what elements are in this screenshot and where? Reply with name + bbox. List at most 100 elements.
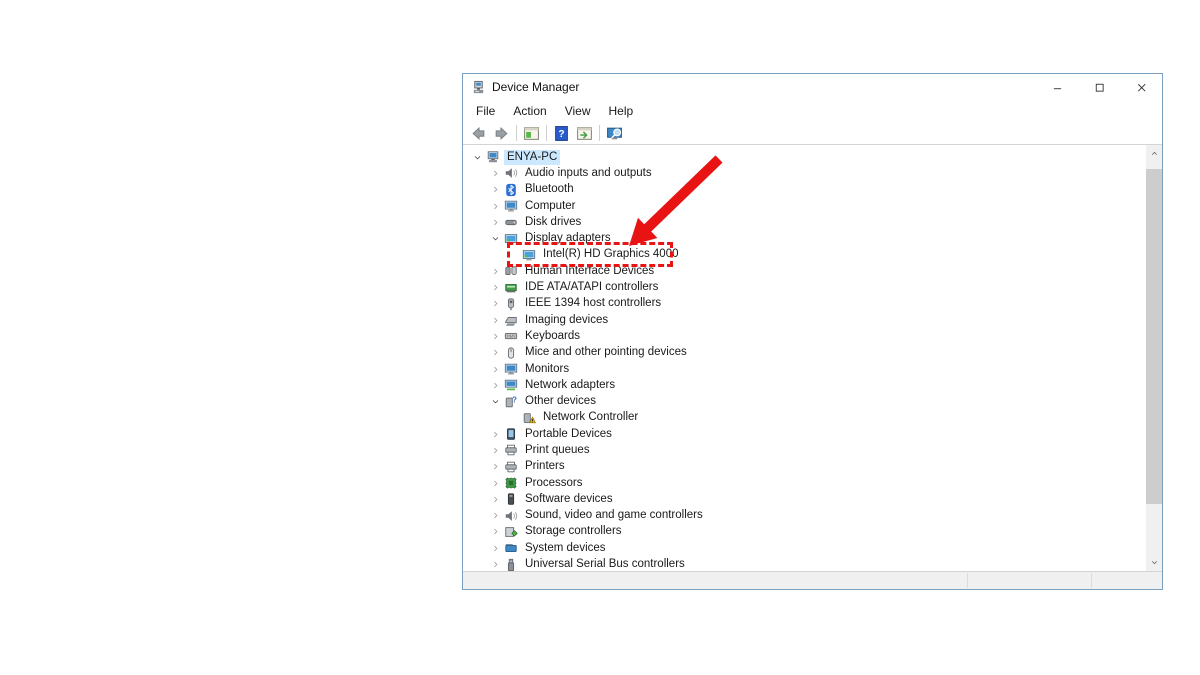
minimize-button[interactable] <box>1036 74 1078 100</box>
tree-item[interactable]: Portable Devices <box>463 426 1146 442</box>
scan-hardware-changes-button[interactable] <box>603 123 626 143</box>
tree-item[interactable]: IEEE 1394 host controllers <box>463 296 1146 312</box>
tree-item-label: Sound, video and game controllers <box>522 508 706 523</box>
chevron-right-icon[interactable] <box>487 348 503 357</box>
tree-item[interactable]: Software devices <box>463 491 1146 507</box>
tree-item-label: Portable Devices <box>522 427 615 442</box>
device-manager-icon <box>471 80 486 95</box>
imaging-device-icon <box>503 313 518 328</box>
tree-item-label: Imaging devices <box>522 313 611 328</box>
back-button[interactable] <box>467 123 490 143</box>
tree-item[interactable]: Imaging devices <box>463 312 1146 328</box>
tree-item[interactable]: Printers <box>463 459 1146 475</box>
unknown-device-icon: ? <box>503 394 518 409</box>
chevron-right-icon[interactable] <box>487 185 503 194</box>
tree-item[interactable]: Universal Serial Bus controllers <box>463 556 1146 571</box>
menu-view[interactable]: View <box>556 104 600 118</box>
tree-item-label: ENYA-PC <box>504 150 560 165</box>
chevron-right-icon[interactable] <box>487 495 503 504</box>
vertical-scrollbar[interactable] <box>1146 145 1162 571</box>
tree-item[interactable]: Sound, video and game controllers <box>463 508 1146 524</box>
toolbar-separator <box>599 125 600 141</box>
chevron-right-icon[interactable] <box>487 479 503 488</box>
mouse-icon <box>503 345 518 360</box>
menu-file[interactable]: File <box>467 104 504 118</box>
toolbar-separator <box>516 125 517 141</box>
tree-item[interactable]: Processors <box>463 475 1146 491</box>
show-console-tree-button[interactable] <box>520 123 543 143</box>
tree-item[interactable]: Network adapters <box>463 377 1146 393</box>
scrollbar-thumb[interactable] <box>1146 169 1162 504</box>
tree-item[interactable]: System devices <box>463 540 1146 556</box>
chevron-right-icon[interactable] <box>487 365 503 374</box>
tree-item[interactable]: Network Controller <box>463 410 1146 426</box>
tree-item-label: Network Controller <box>540 410 641 425</box>
chevron-down-icon[interactable] <box>487 397 503 406</box>
maximize-button[interactable] <box>1078 74 1120 100</box>
hid-icon <box>503 264 518 279</box>
chevron-right-icon[interactable] <box>487 332 503 341</box>
chevron-right-icon[interactable] <box>487 218 503 227</box>
tree-item-label: Print queues <box>522 443 593 458</box>
monitor-icon <box>503 199 518 214</box>
chevron-right-icon[interactable] <box>487 169 503 178</box>
tree-item[interactable]: Intel(R) HD Graphics 4000 <box>463 247 1146 263</box>
tree-item[interactable]: Disk drives <box>463 214 1146 230</box>
tree-item[interactable]: Monitors <box>463 361 1146 377</box>
menu-action[interactable]: Action <box>504 104 555 118</box>
storage-controller-icon <box>503 524 518 539</box>
portable-device-icon <box>503 427 518 442</box>
tree-item[interactable]: ?Other devices <box>463 393 1146 409</box>
speaker-icon <box>503 166 518 181</box>
window-title: Device Manager <box>492 80 579 94</box>
help-button[interactable]: ? <box>550 123 573 143</box>
chevron-right-icon[interactable] <box>487 527 503 536</box>
chevron-right-icon[interactable] <box>487 267 503 276</box>
chevron-right-icon[interactable] <box>487 430 503 439</box>
ieee1394-icon <box>503 296 518 311</box>
chevron-down-icon[interactable] <box>487 234 503 243</box>
chevron-right-icon[interactable] <box>487 544 503 553</box>
title-bar: Device Manager <box>463 74 1162 100</box>
bluetooth-icon <box>503 182 518 197</box>
menu-help[interactable]: Help <box>600 104 643 118</box>
tree-item[interactable]: Storage controllers <box>463 524 1146 540</box>
properties-button[interactable] <box>573 123 596 143</box>
device-manager-window: Device Manager File Action View Help ? E… <box>462 73 1163 590</box>
tree-item[interactable]: Bluetooth <box>463 182 1146 198</box>
tree-item[interactable]: Display adapters <box>463 230 1146 246</box>
forward-button[interactable] <box>490 123 513 143</box>
tree-item-label: Storage controllers <box>522 524 625 539</box>
chevron-right-icon[interactable] <box>487 283 503 292</box>
monitor-icon <box>503 362 518 377</box>
chevron-right-icon[interactable] <box>487 446 503 455</box>
svg-text:?: ? <box>558 129 564 140</box>
tree-item-label: Monitors <box>522 362 572 377</box>
tree-item-label: Computer <box>522 199 579 214</box>
scroll-up-button[interactable] <box>1146 145 1162 162</box>
close-button[interactable] <box>1120 74 1162 100</box>
chevron-down-icon[interactable] <box>469 153 485 162</box>
scroll-down-button[interactable] <box>1146 554 1162 571</box>
tree-item-label: Display adapters <box>522 231 614 246</box>
statusbar-divider <box>967 573 968 588</box>
tree-item[interactable]: Audio inputs and outputs <box>463 165 1146 181</box>
chevron-right-icon[interactable] <box>487 381 503 390</box>
chevron-right-icon[interactable] <box>487 202 503 211</box>
toolbar-separator <box>546 125 547 141</box>
chevron-right-icon[interactable] <box>487 462 503 471</box>
tree-item[interactable]: Computer <box>463 198 1146 214</box>
chevron-right-icon[interactable] <box>487 560 503 569</box>
chevron-right-icon[interactable] <box>487 316 503 325</box>
tree-item[interactable]: Mice and other pointing devices <box>463 345 1146 361</box>
system-device-icon <box>503 541 518 556</box>
tree-item[interactable]: ENYA-PC <box>463 149 1146 165</box>
content-area: ENYA-PCAudio inputs and outputsBluetooth… <box>463 145 1162 571</box>
tree-item[interactable]: IDE ATA/ATAPI controllers <box>463 279 1146 295</box>
tree-item[interactable]: Human Interface Devices <box>463 263 1146 279</box>
tree-item[interactable]: Keyboards <box>463 328 1146 344</box>
tree-item[interactable]: Print queues <box>463 442 1146 458</box>
disk-drive-icon <box>503 215 518 230</box>
chevron-right-icon[interactable] <box>487 299 503 308</box>
chevron-right-icon[interactable] <box>487 511 503 520</box>
